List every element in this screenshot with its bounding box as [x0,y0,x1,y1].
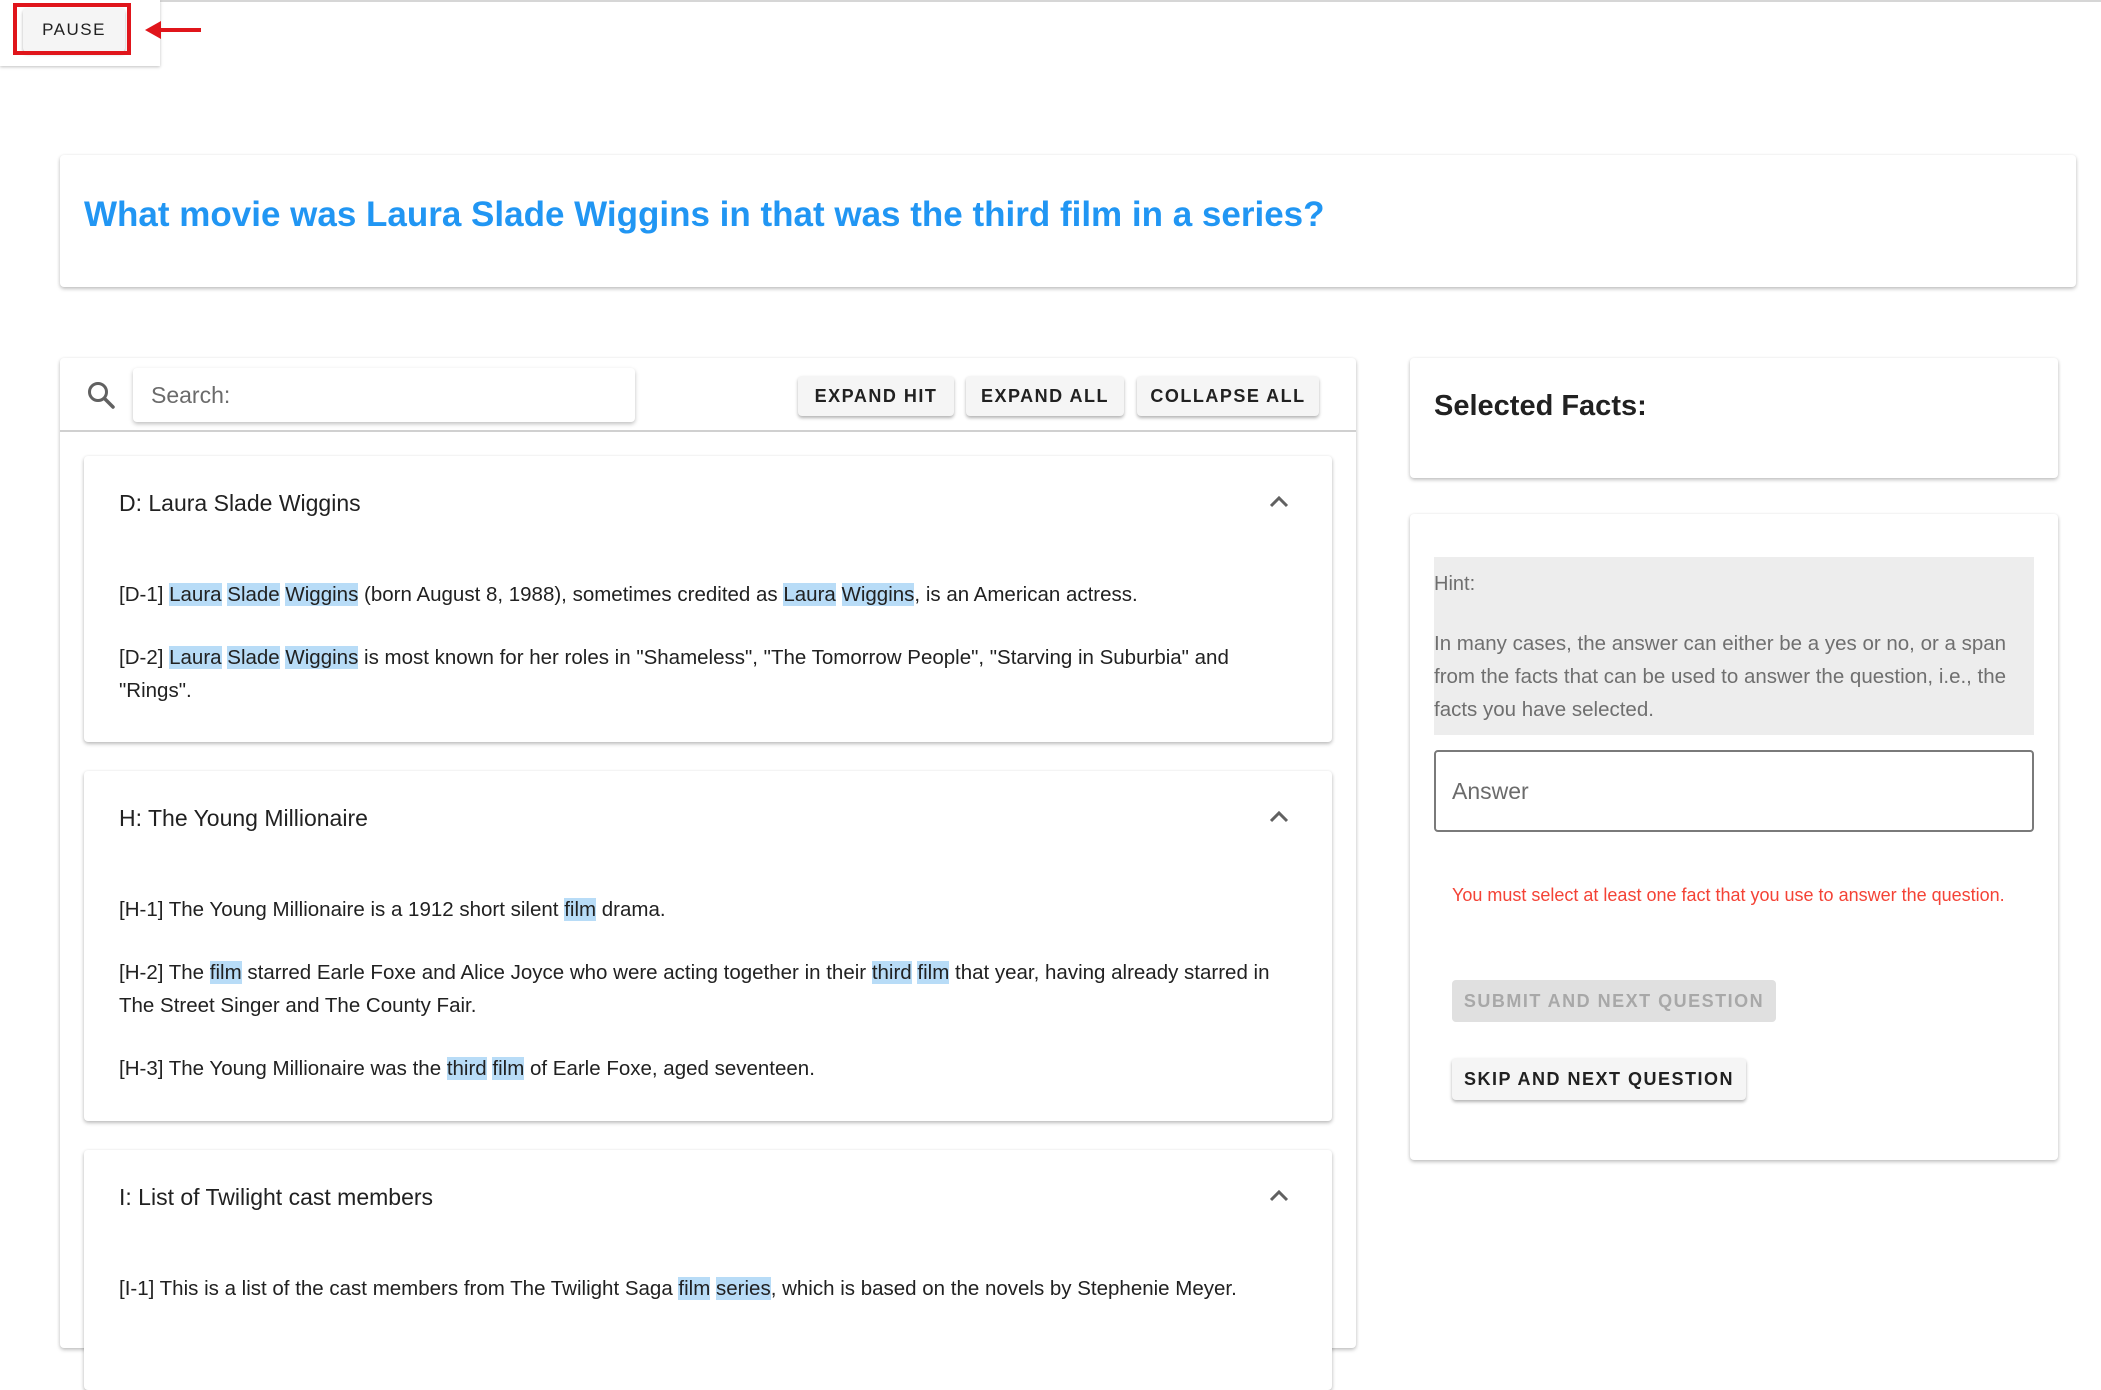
keyword-highlight: series [716,1277,771,1300]
keyword-highlight: film [678,1277,711,1300]
collapse-all-button[interactable]: COLLAPSE ALL [1137,376,1319,416]
fact-sentence[interactable]: [D-1] Laura Slade Wiggins (born August 8… [119,578,1299,611]
expand-hit-button[interactable]: EXPAND HIT [798,376,954,416]
keyword-highlight: Slade [227,646,280,669]
keyword-highlight: Wiggins [285,583,359,606]
arrow-left-icon [145,21,201,39]
document-title[interactable]: H: The Young Millionaire [119,805,368,832]
document-title[interactable]: D: Laura Slade Wiggins [119,490,361,517]
validation-error: You must select at least one fact that y… [1452,885,2005,905]
chevron-up-icon[interactable] [1268,1188,1290,1202]
keyword-highlight: Laura [783,583,836,606]
fact-sentence[interactable]: [D-2] Laura Slade Wiggins is most known … [119,641,1299,707]
annotation-highlight-frame [13,3,131,55]
search-input[interactable] [133,368,635,422]
keyword-highlight: film [917,961,950,984]
chevron-up-icon[interactable] [1268,494,1290,508]
submit-next-button[interactable]: SUBMIT AND NEXT QUESTION [1452,980,1776,1022]
chevron-up-icon[interactable] [1268,809,1290,823]
selected-facts-card: Selected Facts: [1410,358,2058,478]
selected-facts-title: Selected Facts: [1434,390,1647,422]
search-toolbar: EXPAND HIT EXPAND ALL COLLAPSE ALL [60,358,1356,432]
expand-all-button[interactable]: EXPAND ALL [966,376,1124,416]
question-card: What movie was Laura Slade Wiggins in th… [60,155,2076,287]
keyword-highlight: film [492,1057,525,1080]
document-card-i: I: List of Twilight cast members [I-1] T… [84,1150,1332,1390]
document-card-d: D: Laura Slade Wiggins [D-1] Laura Slade… [84,456,1332,742]
keyword-highlight: Wiggins [841,583,915,606]
keyword-highlight: Laura [169,583,222,606]
keyword-highlight: film [564,898,597,921]
hint-box: Hint: In many cases, the answer can eith… [1434,557,2034,735]
hint-label: Hint: [1434,573,1476,595]
facts-panel: EXPAND HIT EXPAND ALL COLLAPSE ALL D: La… [60,358,1356,1390]
skip-next-button[interactable]: SKIP AND NEXT QUESTION [1452,1058,1746,1100]
keyword-highlight: third [446,1057,487,1080]
search-icon [88,382,115,409]
document-card-h: H: The Young Millionaire [H-1] The Young… [84,771,1332,1121]
question-text: What movie was Laura Slade Wiggins in th… [84,195,1325,234]
fact-sentence[interactable]: [H-1] The Young Millionaire is a 1912 sh… [119,893,1299,926]
fact-sentence[interactable]: [H-3] The Young Millionaire was the thir… [119,1052,1299,1085]
keyword-highlight: third [871,961,912,984]
fact-sentence[interactable]: [I-1] This is a list of the cast members… [119,1272,1299,1305]
keyword-highlight: Laura [169,646,222,669]
keyword-highlight: film [209,961,242,984]
keyword-highlight: Wiggins [285,646,359,669]
answer-input[interactable] [1434,750,2034,832]
fact-sentence[interactable]: [H-2] The film starred Earle Foxe and Al… [119,956,1299,1022]
answer-card: Hint: In many cases, the answer can eith… [1410,514,2058,1160]
top-divider [0,0,2101,2]
document-title[interactable]: I: List of Twilight cast members [119,1184,433,1211]
hint-text: In many cases, the answer can either be … [1434,632,2007,721]
keyword-highlight: Slade [227,583,280,606]
